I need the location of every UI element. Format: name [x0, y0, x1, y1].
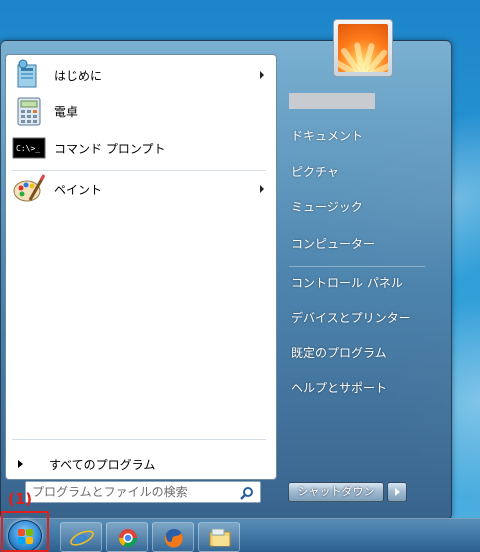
menu-item-default-programs[interactable]: 既定のプログラム: [291, 343, 387, 363]
taskbar-windows-explorer[interactable]: [198, 522, 240, 552]
avatar: [338, 24, 388, 72]
taskbar-firefox[interactable]: [152, 522, 194, 552]
search-input[interactable]: [32, 485, 232, 499]
windows-explorer-icon: [209, 528, 231, 547]
start-menu: はじめに 電卓 C:\>_ コマンド プロンプト ペイント すべてのプログラム …: [0, 19, 452, 520]
command-prompt-icon: C:\>_: [12, 132, 46, 164]
expand-arrow-icon: [18, 460, 23, 468]
program-command-prompt[interactable]: C:\>_ コマンド プロンプト: [12, 130, 270, 166]
submenu-arrow-icon[interactable]: [260, 185, 264, 193]
all-programs-label: すべてのプログラム: [49, 457, 156, 472]
program-paint[interactable]: ペイント: [12, 171, 270, 207]
submenu-arrow-icon[interactable]: [260, 71, 264, 79]
user-name-redacted[interactable]: [289, 93, 375, 109]
program-label: ペイント: [54, 182, 103, 197]
shutdown-options-button[interactable]: [387, 482, 407, 502]
divider: [12, 439, 266, 440]
calculator-icon: [12, 95, 46, 127]
taskbar-internet-explorer[interactable]: e: [60, 522, 102, 552]
cmd-icon-text: C:\>_: [16, 144, 40, 153]
menu-item-help-support[interactable]: ヘルプとサポート: [291, 378, 387, 398]
menu-item-computer[interactable]: コンピューター: [291, 234, 375, 254]
chrome-icon: [119, 529, 137, 548]
getting-started-icon: [12, 59, 46, 91]
program-getting-started[interactable]: はじめに: [12, 57, 270, 93]
taskbar-chrome[interactable]: [106, 522, 148, 552]
svg-text:e: e: [75, 526, 88, 550]
internet-explorer-icon: e: [70, 526, 94, 550]
menu-item-devices-printers[interactable]: デバイスとプリンター: [291, 308, 411, 328]
firefox-icon: [164, 529, 183, 548]
annotation-highlight-box: [1, 511, 49, 552]
menu-item-control-panel[interactable]: コントロール パネル: [291, 273, 403, 293]
taskbar: e: [0, 518, 480, 552]
user-picture[interactable]: [333, 19, 393, 77]
program-label: 電卓: [54, 104, 79, 119]
program-calculator[interactable]: 電卓: [12, 93, 270, 129]
program-label: コマンド プロンプト: [54, 141, 166, 156]
divider: [289, 266, 425, 267]
program-label: はじめに: [54, 68, 103, 83]
annotation-label: (1): [8, 490, 33, 508]
search-box[interactable]: [25, 481, 261, 503]
all-programs-button[interactable]: すべてのプログラム: [18, 453, 258, 475]
paint-icon: [12, 173, 46, 205]
search-icon[interactable]: [240, 485, 254, 500]
menu-item-pictures[interactable]: ピクチャ: [291, 162, 339, 182]
menu-item-documents[interactable]: ドキュメント: [291, 126, 363, 146]
shutdown-button[interactable]: シャットダウン: [288, 482, 384, 502]
menu-item-music[interactable]: ミュージック: [291, 197, 363, 217]
programs-pane: はじめに 電卓 C:\>_ コマンド プロンプト ペイント すべてのプログラム: [5, 54, 277, 480]
